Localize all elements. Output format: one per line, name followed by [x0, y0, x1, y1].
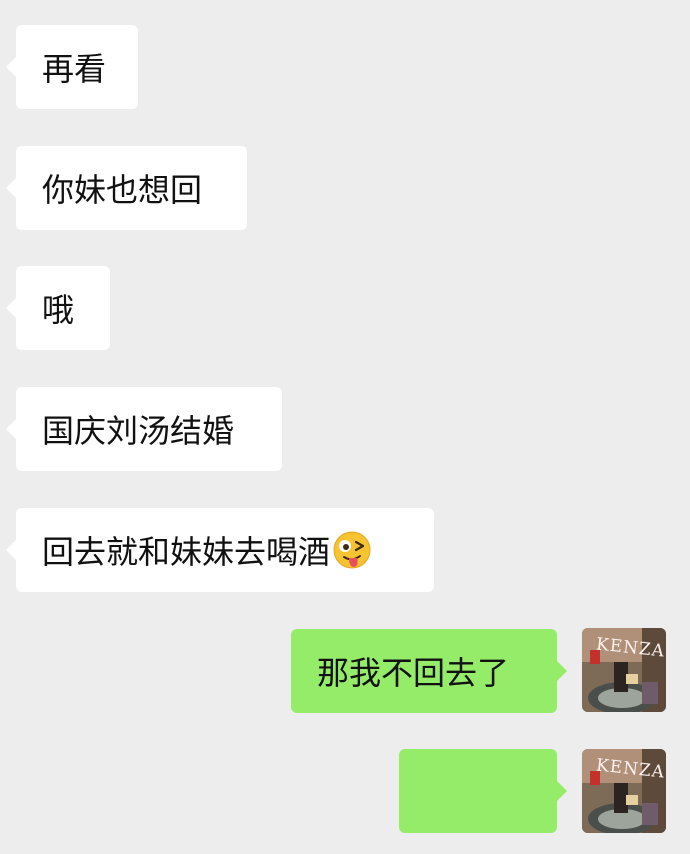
message-text: 国庆刘汤结婚 [42, 412, 235, 450]
message-text: 哦 [42, 291, 75, 329]
message-text: 那我不回去了 [317, 654, 510, 692]
incoming-message[interactable]: 你妹也想回 [6, 146, 247, 230]
incoming-message[interactable]: 再看 [6, 25, 138, 109]
incoming-message[interactable]: 哦 [6, 266, 110, 350]
avatar[interactable]: KENZA [582, 628, 666, 712]
outgoing-message[interactable]: 那我不回去了 [291, 629, 567, 713]
winking-face-with-tongue-icon [333, 531, 371, 569]
outgoing-message-obscured[interactable] [399, 749, 567, 833]
incoming-message[interactable]: 国庆刘汤结婚 [6, 387, 282, 471]
incoming-message[interactable]: 回去就和妹妹去喝酒 [6, 508, 434, 592]
message-text: 回去就和妹妹去喝酒 [42, 533, 331, 571]
message-text: 再看 [42, 50, 107, 88]
avatar[interactable]: KENZA [582, 749, 666, 833]
message-text: 你妹也想回 [42, 171, 203, 209]
